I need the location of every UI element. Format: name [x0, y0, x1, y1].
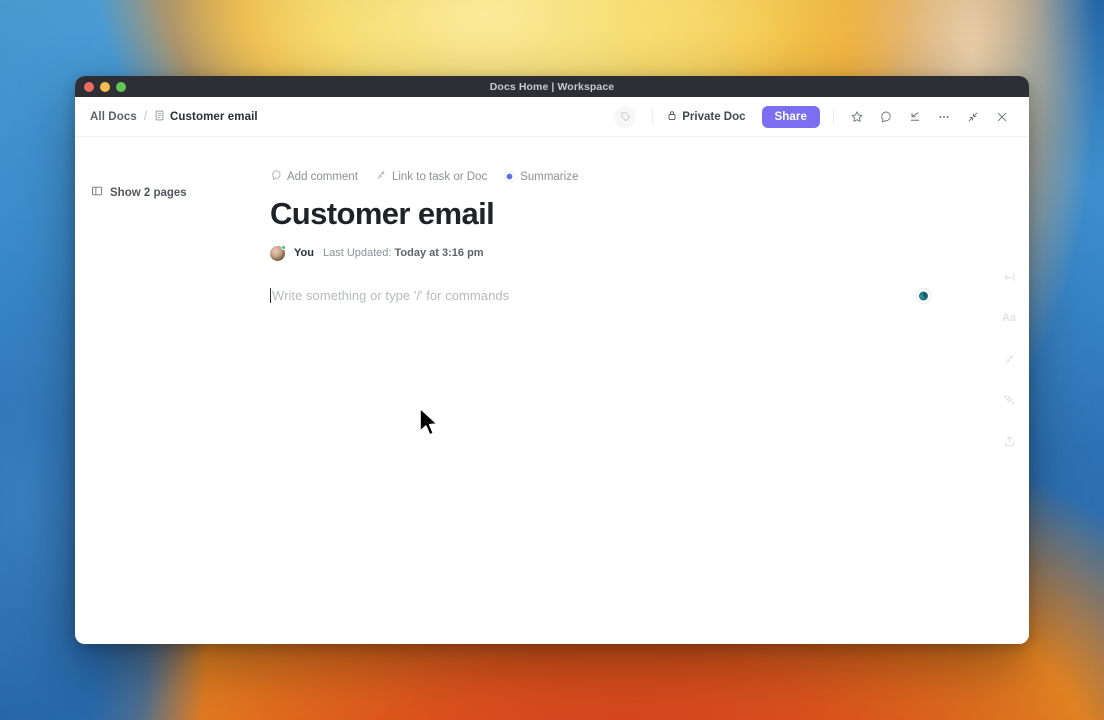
app-window: Docs Home | Workspace All Docs / Custome…: [75, 76, 1029, 644]
more-options-icon[interactable]: [931, 104, 957, 130]
close-window-button[interactable]: [84, 81, 94, 92]
right-icon-rail: Aa: [989, 137, 1029, 644]
add-comment-label: Add comment: [287, 170, 358, 183]
meta-updated-value: Today at 3:16 pm: [394, 247, 484, 260]
share-export-icon[interactable]: [999, 431, 1019, 451]
collapse-down-icon[interactable]: [902, 104, 928, 130]
document-action-bar: Add comment Link to task or Doc Summariz…: [270, 169, 929, 184]
minimize-window-button[interactable]: [100, 81, 110, 92]
add-comment-button[interactable]: Add comment: [270, 169, 358, 184]
collapse-panel-icon[interactable]: [999, 267, 1019, 287]
relationships-icon[interactable]: [999, 349, 1019, 369]
document-canvas: Add comment Link to task or Doc Summariz…: [270, 137, 989, 644]
meta-last-updated: Last Updated: Today at 3:16 pm: [323, 247, 484, 259]
window-titlebar[interactable]: Docs Home | Workspace: [75, 76, 1029, 97]
avatar[interactable]: [270, 244, 286, 261]
comment-icon: [270, 169, 282, 184]
document-content: Add comment Link to task or Doc Summariz…: [270, 169, 989, 307]
online-status-dot: [281, 244, 286, 250]
ai-assistant-icon[interactable]: [916, 288, 931, 304]
private-doc-button[interactable]: Private Doc: [663, 110, 749, 124]
link-to-task-label: Link to task or Doc: [391, 170, 488, 183]
show-pages-button[interactable]: Show 2 pages: [91, 185, 270, 200]
desktop-background: Docs Home | Workspace All Docs / Custome…: [0, 0, 1104, 720]
zoom-window-button[interactable]: [116, 81, 126, 92]
meta-author: You: [294, 247, 314, 260]
breadcrumb: All Docs / Customer email: [90, 108, 258, 126]
link-to-task-button[interactable]: Link to task or Doc: [375, 169, 487, 184]
favorite-star-icon[interactable]: [844, 104, 870, 130]
header-toolbar: Private Doc Share: [614, 104, 1015, 130]
meta-updated-prefix: Last Updated:: [322, 247, 392, 260]
traffic-lights: [75, 81, 126, 92]
lock-icon: [667, 110, 677, 124]
breadcrumb-doc-label: Customer email: [170, 110, 258, 123]
app-body: Show 2 pages Add comment Link to task or…: [75, 137, 1029, 644]
show-pages-label: Show 2 pages: [110, 186, 187, 199]
breadcrumb-all-docs[interactable]: All Docs: [90, 111, 137, 123]
ai-sparkle-icon[interactable]: [999, 390, 1019, 410]
app-header: All Docs / Customer email Private Doc Sh…: [75, 97, 1029, 137]
document-meta: You Last Updated: Today at 3:16 pm: [270, 244, 929, 261]
toolbar-divider: [652, 108, 654, 125]
minimize-diagonal-icon[interactable]: [960, 104, 986, 130]
private-doc-label: Private Doc: [682, 110, 746, 123]
close-icon[interactable]: [989, 104, 1015, 130]
page-title[interactable]: Customer email: [270, 196, 929, 232]
summarize-label: Summarize: [520, 170, 579, 183]
share-button[interactable]: Share: [761, 105, 820, 128]
tag-icon[interactable]: [614, 105, 637, 128]
font-size-icon[interactable]: Aa: [999, 308, 1019, 328]
summarize-button[interactable]: Summarize: [504, 171, 578, 183]
text-caret: [270, 288, 271, 304]
search-icon[interactable]: [873, 104, 899, 130]
editor-first-line[interactable]: Write something or type '/' for commands: [270, 285, 931, 307]
panel-left-icon: [91, 185, 103, 200]
ai-circle-icon: [504, 171, 516, 182]
breadcrumb-separator: /: [143, 110, 148, 123]
link-wand-icon: [375, 169, 387, 184]
breadcrumb-current-doc[interactable]: Customer email: [154, 108, 258, 126]
left-sidebar: Show 2 pages: [75, 137, 270, 644]
editor-placeholder: Write something or type '/' for commands: [272, 288, 510, 304]
document-icon: [154, 108, 165, 126]
toolbar-divider-2: [833, 108, 834, 125]
window-title: Docs Home | Workspace: [489, 80, 615, 93]
